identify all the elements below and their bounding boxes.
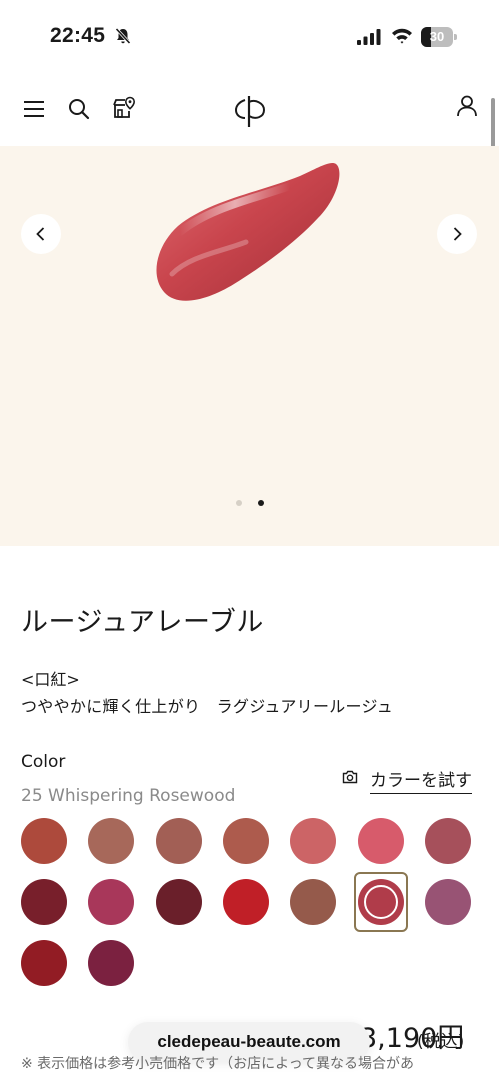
search-icon[interactable] <box>67 97 91 121</box>
carousel-dot[interactable] <box>236 500 242 506</box>
site-header <box>0 80 499 140</box>
color-shade-swatch[interactable] <box>290 879 337 925</box>
tax-label: (税込) <box>417 1032 465 1052</box>
product-name: ルージュアレーブル <box>21 607 264 638</box>
store-locator-icon[interactable] <box>112 96 136 120</box>
status-time: 22:45 <box>50 24 106 47</box>
selected-color-name: 25 Whispering Rosewood <box>21 786 236 806</box>
color-label: Color <box>21 752 66 772</box>
carousel-pagination <box>234 498 266 508</box>
color-shade-swatch[interactable] <box>21 879 67 925</box>
chevron-right-icon <box>453 227 462 241</box>
account-icon[interactable] <box>455 94 479 118</box>
cle-de-peau-logo-icon[interactable] <box>233 94 267 128</box>
bell-muted-icon <box>115 27 131 45</box>
signal-icon <box>357 29 381 45</box>
color-shade-swatch[interactable] <box>357 818 404 864</box>
color-shade-swatch[interactable] <box>290 818 337 864</box>
wifi-icon <box>392 28 412 44</box>
price-note: ※ 表示価格は参考小売価格です（お店によって異なる場合があ <box>21 1056 415 1072</box>
hamburger-icon[interactable] <box>22 97 46 121</box>
carousel-next-button[interactable] <box>437 214 477 254</box>
carousel-dot[interactable] <box>258 500 264 506</box>
selected-shade-ring <box>363 885 398 919</box>
color-shade-swatch[interactable] <box>88 818 135 864</box>
lipstick-swatch-image <box>156 163 340 301</box>
color-shade-swatch[interactable] <box>155 879 202 925</box>
color-shade-swatch[interactable] <box>222 818 269 864</box>
color-shade-swatch[interactable] <box>21 940 67 986</box>
color-shade-swatch[interactable] <box>21 818 67 864</box>
color-shade-swatch[interactable] <box>88 879 135 925</box>
product-category: <口紅> <box>21 670 80 689</box>
status-bar: 22:45 30 <box>0 0 499 70</box>
color-shade-swatch[interactable] <box>357 879 404 925</box>
carousel-prev-button[interactable] <box>21 214 61 254</box>
color-shade-swatch[interactable] <box>424 879 471 925</box>
color-shade-swatch[interactable] <box>88 940 135 986</box>
battery-indicator: 30 <box>421 27 457 47</box>
camera-icon <box>342 770 358 784</box>
product-image-carousel[interactable] <box>0 146 499 546</box>
color-shade-swatch[interactable] <box>155 818 202 864</box>
chevron-left-icon <box>36 227 45 241</box>
color-shade-swatch[interactable] <box>424 818 471 864</box>
try-color-label: カラーを試す <box>370 766 472 794</box>
product-description: つややかに輝く仕上がり ラグジュアリールージュ <box>21 697 394 716</box>
battery-level: 30 <box>429 29 445 44</box>
color-shade-swatch[interactable] <box>222 879 269 925</box>
